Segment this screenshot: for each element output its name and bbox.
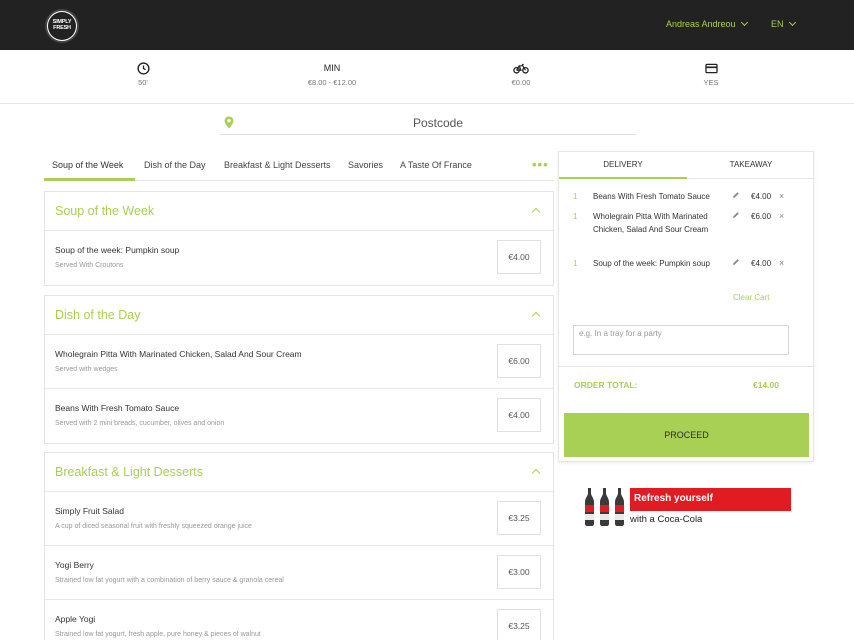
menu-item-name: Wholegrain Pitta With Marinated Chicken,… <box>55 349 302 359</box>
menu-item-name: Beans With Fresh Tomato Sauce <box>55 403 180 413</box>
close-icon[interactable]: × <box>779 258 784 268</box>
minimum-order-value: €8.00 - €12.00 <box>307 78 357 87</box>
menu-section-dish-of-the-day: Dish of the Day Wholegrain Pitta With Ma… <box>44 295 554 444</box>
order-total-value: €14.00 <box>753 380 779 390</box>
pencil-icon[interactable] <box>732 191 740 201</box>
chevron-down-icon <box>740 18 748 27</box>
ad-headline: Refresh yourself <box>630 488 791 511</box>
ad-subline: with a Coca-Cola <box>630 514 703 525</box>
top-bar: SIMPLY FRESH Andreas Andreou EN <box>0 0 854 50</box>
menu-item: Apple Yogi Strained low fat yogurt, fres… <box>45 600 553 640</box>
cart-item-name: Wholegrain Pitta With Marinated Chicken,… <box>593 212 709 234</box>
restaurant-info-strip: 50' MIN €8.00 - €12.00 €0.00 YES <box>0 50 854 104</box>
chevron-up-icon[interactable] <box>531 468 541 478</box>
cart-item-quantity: 1 <box>573 212 578 221</box>
add-to-cart-price-button[interactable]: €6.00 <box>497 344 541 378</box>
menu-section-breakfast-light-desserts: Breakfast & Light Desserts Simply Fruit … <box>44 452 554 640</box>
chevron-down-icon <box>788 18 796 27</box>
menu-item-name: Soup of the week: Pumpkin soup <box>55 245 180 255</box>
add-to-cart-price-button[interactable]: €4.00 <box>497 240 541 274</box>
cart-item-quantity: 1 <box>573 192 578 201</box>
section-title: Dish of the Day <box>55 308 141 322</box>
pencil-icon[interactable] <box>732 258 740 268</box>
add-to-cart-price-button[interactable]: €3.25 <box>497 501 541 535</box>
menu-item-description: Served with wedges <box>55 366 118 373</box>
pencil-icon[interactable] <box>732 211 740 221</box>
delivery-time-info: 50' <box>83 60 203 87</box>
language-label: EN <box>771 19 784 29</box>
section-header[interactable]: Dish of the Day <box>45 296 553 335</box>
logo-text: SIMPLY FRESH <box>48 12 76 40</box>
active-tab-indicator <box>44 178 135 181</box>
menu-item-name: Simply Fruit Salad <box>55 506 124 516</box>
close-icon[interactable]: × <box>779 211 784 221</box>
user-name: Andreas Andreou <box>666 19 736 29</box>
menu-item-description: Served With Croutons <box>55 262 124 269</box>
coca-cola-ad-banner[interactable]: Refresh yourself with a Coca-Cola <box>583 486 791 528</box>
add-to-cart-price-button[interactable]: €3.25 <box>497 609 541 640</box>
cart-item-quantity: 1 <box>573 259 578 268</box>
card-payment-value: YES <box>703 78 719 87</box>
delivery-time-value: 50' <box>138 78 148 87</box>
cart-item-name: Soup of the week: Pumpkin soup <box>593 259 710 268</box>
clock-icon <box>83 60 203 76</box>
order-note-input[interactable] <box>573 325 789 355</box>
cart-item-price: €6.00 <box>751 212 772 221</box>
card-icon <box>651 60 771 76</box>
card-payment-info: YES <box>651 60 771 87</box>
menu-item: Yogi Berry Strained low fat yogurt with … <box>45 546 553 600</box>
cart-item-name: Beans With Fresh Tomato Sauce <box>593 192 710 201</box>
cart-item-price: €4.00 <box>751 259 772 268</box>
tab-a-taste-of-france[interactable]: A Taste Of France <box>400 160 472 170</box>
cart-item-price: €4.00 <box>751 192 772 201</box>
tab-delivery[interactable]: DELIVERY <box>559 160 687 169</box>
cart-panel: DELIVERY TAKEAWAY 1 Beans With Fresh Tom… <box>558 151 815 462</box>
section-header[interactable]: Breakfast & Light Desserts <box>45 453 553 492</box>
menu-item: Wholegrain Pitta With Marinated Chicken,… <box>45 335 553 389</box>
user-menu[interactable]: Andreas Andreou <box>666 18 748 29</box>
postcode-input[interactable] <box>240 113 636 133</box>
add-to-cart-price-button[interactable]: €4.00 <box>497 398 541 432</box>
bike-icon <box>461 60 581 76</box>
bottles-image <box>583 488 627 526</box>
cart-mode-tabs: DELIVERY TAKEAWAY <box>559 152 815 179</box>
tab-savories[interactable]: Savories <box>348 160 383 170</box>
menu-item-description: Served with 2 mini breads, cucumber, oli… <box>55 420 225 427</box>
menu-item-name: Apple Yogi <box>55 614 96 624</box>
order-total-label: ORDER TOTAL: <box>574 380 638 390</box>
menu-section-soup-of-the-week: Soup of the Week Soup of the week: Pumpk… <box>44 191 554 286</box>
menu-item-description: Strained low fat yogurt, fresh apple, pu… <box>55 631 261 638</box>
chevron-up-icon[interactable] <box>531 207 541 217</box>
menu-item-name: Yogi Berry <box>55 560 94 570</box>
more-tabs-icon[interactable]: ••• <box>532 157 549 172</box>
divider <box>559 366 815 367</box>
delivery-fee-info: €0.00 <box>461 60 581 87</box>
tab-soup-of-the-week[interactable]: Soup of the Week <box>52 160 123 170</box>
section-title: Soup of the Week <box>55 204 155 218</box>
active-tab-indicator <box>559 177 687 179</box>
tab-dish-of-the-day[interactable]: Dish of the Day <box>144 160 206 170</box>
tab-takeaway[interactable]: TAKEAWAY <box>687 160 815 169</box>
logo[interactable]: SIMPLY FRESH <box>45 9 79 43</box>
minimum-order-label: MIN <box>323 63 341 73</box>
section-title: Breakfast & Light Desserts <box>55 465 203 479</box>
postcode-field <box>220 111 636 135</box>
menu-item-description: Strained low fat yogurt with a combinati… <box>55 577 284 584</box>
tab-breakfast-light-desserts[interactable]: Breakfast & Light Desserts <box>224 160 331 170</box>
close-icon[interactable]: × <box>779 191 784 201</box>
delivery-fee-value: €0.00 <box>511 78 531 87</box>
section-header[interactable]: Soup of the Week <box>45 192 553 231</box>
minimum-order-info: MIN €8.00 - €12.00 <box>272 60 392 87</box>
chevron-up-icon[interactable] <box>531 311 541 321</box>
menu-item: Beans With Fresh Tomato Sauce Served wit… <box>45 389 553 443</box>
map-pin-icon <box>224 116 234 131</box>
menu-item: Soup of the week: Pumpkin soup Served Wi… <box>45 231 553 285</box>
category-tabs: Soup of the Week Dish of the Day Breakfa… <box>44 151 554 181</box>
menu-item-description: A cup of diced seasonal fruit with fresh… <box>55 523 252 530</box>
proceed-button[interactable]: PROCEED <box>564 413 809 457</box>
clear-cart-link[interactable]: Clear Cart <box>733 293 769 302</box>
language-menu[interactable]: EN <box>771 18 796 29</box>
add-to-cart-price-button[interactable]: €3.00 <box>497 555 541 589</box>
menu-item: Simply Fruit Salad A cup of diced season… <box>45 492 553 546</box>
